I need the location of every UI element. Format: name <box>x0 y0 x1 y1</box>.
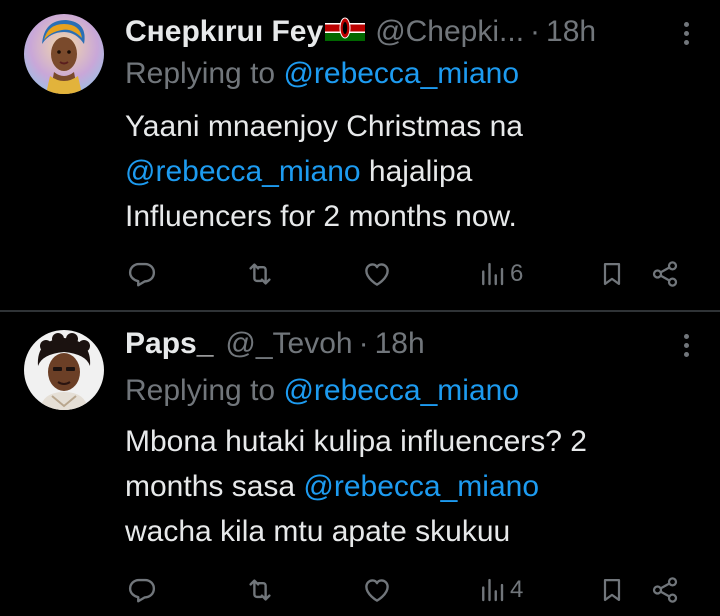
tweet-header: Paps_ @_Tevoh · 18h <box>125 326 660 362</box>
author-name[interactable]: Cнepkıruı Fey <box>125 14 323 50</box>
views-icon <box>482 578 504 602</box>
views-count: 4 <box>510 576 524 603</box>
tweet-text-fragment: months sasa <box>125 470 304 503</box>
replying-to-label: Replying to <box>125 57 276 90</box>
like-icon <box>365 263 389 286</box>
tweet-header: Cнepkıruı Fey @Chepki... · 18h <box>125 14 660 50</box>
tweet-text-line: @rebecca_miano hajalipa <box>125 149 685 194</box>
repost-icon <box>249 579 271 601</box>
share-button[interactable] <box>650 570 680 610</box>
like-button[interactable] <box>362 570 392 610</box>
views-icon <box>482 262 504 286</box>
views-button[interactable]: 6 <box>477 254 523 294</box>
replying-to-mention[interactable]: @rebecca_miano <box>283 374 519 407</box>
bookmark-icon <box>603 578 621 602</box>
replying-to: Replying to @rebecca_miano <box>125 56 519 92</box>
replying-to-label: Replying to <box>125 374 276 407</box>
tweet-text-fragment: hajalipa <box>360 155 473 188</box>
mention-link[interactable]: @rebecca_miano <box>125 155 361 188</box>
author-name[interactable]: Paps_ <box>125 326 213 362</box>
views-count: 6 <box>510 260 524 287</box>
repost-icon <box>249 263 271 285</box>
avatar[interactable] <box>24 14 104 94</box>
views-button[interactable]: 4 <box>477 570 523 610</box>
author-handle[interactable]: @_Tevoh <box>225 326 352 362</box>
separator: · <box>530 15 541 48</box>
share-button[interactable] <box>650 254 680 294</box>
tweet-text-line: wacha kila mtu apate skukuu <box>125 515 511 548</box>
reply-icon <box>128 578 156 603</box>
like-icon <box>365 579 389 602</box>
repost-button[interactable] <box>244 570 276 610</box>
repost-button[interactable] <box>244 254 276 294</box>
reply-feed: Cнepkıruı Fey @Chepki... · 18h Replying … <box>0 0 720 616</box>
more-icon[interactable] <box>682 22 690 48</box>
tweet-text: Yaani mnaenjoy Christmas na @rebecca_mia… <box>125 104 685 239</box>
reply-button[interactable] <box>127 570 157 610</box>
tweet-text-line: Mbona hutaki kulipa influencers? 2 <box>125 425 587 458</box>
share-icon <box>652 577 678 603</box>
tweet-text-line: Yaani mnaenjoy Christmas na <box>125 110 523 143</box>
timestamp[interactable]: 18h <box>546 14 596 50</box>
tweet-text-line: months sasa @rebecca_miano <box>125 464 685 509</box>
separator: · <box>358 327 369 360</box>
tweet-text-line: Influencers for 2 months now. <box>125 200 517 233</box>
tweet-text: Mbona hutaki kulipa influencers? 2 month… <box>125 419 685 554</box>
tweet[interactable]: Paps_ @_Tevoh · 18h Replying to @rebecca… <box>0 312 720 616</box>
action-bar: 6 <box>0 254 720 294</box>
bookmark-button[interactable] <box>598 570 626 610</box>
tweet[interactable]: Cнepkıruı Fey @Chepki... · 18h Replying … <box>0 0 720 311</box>
reply-button[interactable] <box>127 254 157 294</box>
author-handle[interactable]: @Chepki... <box>375 14 524 50</box>
more-icon[interactable] <box>682 334 690 360</box>
kenya-flag-icon <box>325 14 366 41</box>
like-button[interactable] <box>362 254 392 294</box>
share-icon <box>652 261 678 287</box>
avatar[interactable] <box>24 330 104 410</box>
bookmark-button[interactable] <box>598 254 626 294</box>
replying-to-mention[interactable]: @rebecca_miano <box>283 57 519 90</box>
replying-to: Replying to @rebecca_miano <box>125 373 519 409</box>
mention-link[interactable]: @rebecca_miano <box>303 470 539 503</box>
action-bar: 4 <box>0 570 720 610</box>
timestamp[interactable]: 18h <box>375 326 425 362</box>
bookmark-icon <box>603 262 621 286</box>
reply-icon <box>128 262 156 287</box>
